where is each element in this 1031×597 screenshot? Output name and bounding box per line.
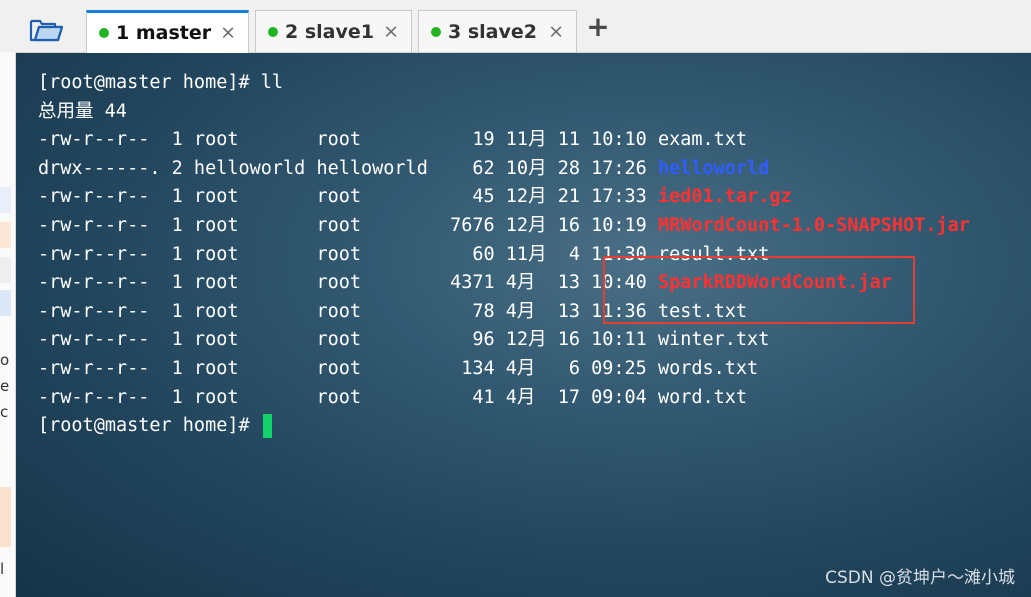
file-meta: -rw-r--r-- 1 root root 78 4月 13 11:36 <box>38 300 658 322</box>
strip-block <box>0 222 11 248</box>
folder-open-icon <box>29 19 63 42</box>
file-meta: -rw-r--r-- 1 root root 134 4月 6 09:25 <box>38 357 658 379</box>
session-tab-bar: 1 master × 2 slave1 × 3 slave2 × + <box>0 0 1031 53</box>
file-meta: drwx------. 2 helloworld helloworld 62 1… <box>38 157 658 179</box>
tab-slave2[interactable]: 3 slave2 × <box>418 10 577 52</box>
file-meta: -rw-r--r-- 1 root root 41 4月 17 09:04 <box>38 386 658 408</box>
tab-label: 2 slave1 <box>285 20 374 43</box>
close-icon[interactable]: × <box>548 22 564 41</box>
session-status-dot <box>99 28 109 38</box>
tab-label: 1 master <box>116 22 212 44</box>
file-row: drwx------. 2 helloworld helloworld 62 1… <box>38 155 970 184</box>
file-row: -rw-r--r-- 1 root root 134 4月 6 09:25 wo… <box>38 355 970 384</box>
terminal-lines: [root@master home]# ll 总用量 44 -rw-r--r--… <box>38 69 970 441</box>
file-name: word.txt <box>657 386 748 408</box>
session-status-dot <box>268 26 278 37</box>
file-meta: -rw-r--r-- 1 root root 4371 4月 13 10:40 <box>38 272 658 294</box>
session-status-dot <box>431 26 441 37</box>
directory-name: helloworld <box>657 157 770 179</box>
file-meta: -rw-r--r-- 1 root root 60 11月 4 11:30 <box>38 243 658 265</box>
open-sessions-button[interactable] <box>22 12 70 48</box>
background-window-strip: o e c l <box>0 52 16 597</box>
close-icon[interactable]: × <box>383 22 399 41</box>
terminal-cursor <box>262 414 272 439</box>
file-meta: -rw-r--r-- 1 root root 96 12月 16 10:11 <box>38 329 658 351</box>
watermark: CSDN @贫坤户～滩小城 <box>825 568 1015 588</box>
tab-master[interactable]: 1 master × <box>86 10 249 53</box>
file-row: -rw-r--r-- 1 root root 19 11月 11 10:10 e… <box>38 126 970 155</box>
highlight-annotation-box <box>603 256 915 324</box>
strip-char: l <box>0 560 5 578</box>
terminal-output[interactable]: [root@master home]# ll 总用量 44 -rw-r--r--… <box>16 53 1031 597</box>
close-icon[interactable]: × <box>220 23 236 43</box>
file-row: -rw-r--r-- 1 root root 96 12月 16 10:11 w… <box>38 326 970 355</box>
plus-icon: + <box>586 10 610 43</box>
command-line: [root@master home]# ll <box>38 72 284 93</box>
file-name: winter.txt <box>657 329 770 351</box>
file-meta: -rw-r--r-- 1 root root 19 11月 11 10:10 <box>38 129 658 151</box>
tab-slave1[interactable]: 2 slave1 × <box>255 10 412 52</box>
strip-char: e <box>0 377 10 395</box>
file-name: words.txt <box>657 357 759 379</box>
prompt-line: [root@master home]# <box>38 412 970 441</box>
file-name: ied01.tar.gz <box>657 186 792 208</box>
strip-block <box>0 257 11 283</box>
terminal-app-window: 1 master × 2 slave1 × 3 slave2 × + o e c… <box>0 0 1031 597</box>
strip-block <box>0 187 11 213</box>
strip-block <box>0 487 11 547</box>
strip-char: o <box>0 351 10 369</box>
file-row: -rw-r--r-- 1 root root 41 4月 17 09:04 wo… <box>38 384 970 413</box>
tab-label: 3 slave2 <box>448 20 537 43</box>
file-name: MRWordCount-1.0-SNAPSHOT.jar <box>657 214 970 236</box>
file-name: exam.txt <box>657 129 748 151</box>
new-tab-button[interactable]: + <box>583 12 613 42</box>
total-line: 总用量 44 <box>38 100 127 122</box>
file-row: -rw-r--r-- 1 root root 7676 12月 16 10:19… <box>38 212 970 241</box>
file-meta: -rw-r--r-- 1 root root 45 12月 21 17:33 <box>38 186 658 208</box>
strip-block <box>0 290 11 316</box>
file-row: -rw-r--r-- 1 root root 45 12月 21 17:33 i… <box>38 183 970 212</box>
file-meta: -rw-r--r-- 1 root root 7676 12月 16 10:19 <box>38 214 658 236</box>
strip-char: c <box>0 403 9 421</box>
shell-prompt: [root@master home]# <box>38 415 250 437</box>
